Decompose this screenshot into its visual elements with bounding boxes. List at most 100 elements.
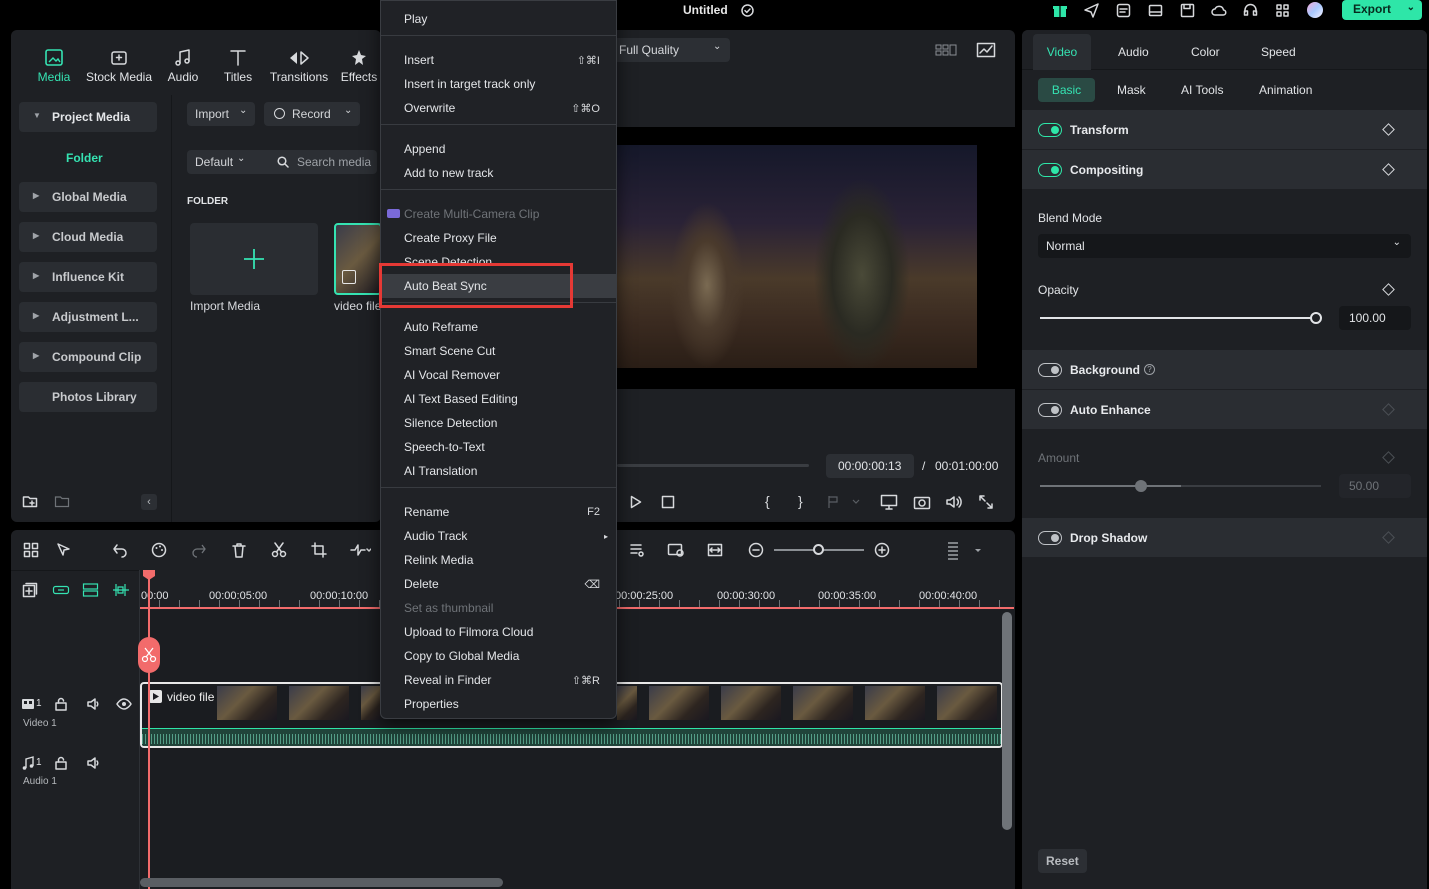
- reset-button[interactable]: Reset: [1038, 849, 1087, 873]
- amount-value-input[interactable]: 50.00: [1339, 474, 1411, 498]
- menu-item-smart-scene-cut[interactable]: Smart Scene Cut: [381, 339, 616, 363]
- menu-item-silence-detection[interactable]: Silence Detection: [381, 411, 616, 435]
- tab-color[interactable]: Color: [1191, 45, 1220, 59]
- save-icon[interactable]: [1180, 3, 1195, 18]
- display-icon[interactable]: [880, 494, 898, 510]
- amount-slider-thumb[interactable]: [1134, 480, 1147, 492]
- menu-item-overwrite[interactable]: Overwrite ⇧⌘O: [381, 96, 616, 120]
- cloud-icon[interactable]: [1211, 3, 1227, 18]
- zoom-in-icon[interactable]: [874, 542, 890, 558]
- snapshot-icon[interactable]: [913, 494, 931, 510]
- zoom-slider-thumb[interactable]: [813, 544, 824, 555]
- drop-shadow-toggle[interactable]: [1038, 531, 1062, 545]
- record-dropdown[interactable]: Record ⌄: [264, 102, 360, 126]
- headset-icon[interactable]: [1243, 3, 1258, 18]
- zoom-out-icon[interactable]: [748, 542, 764, 558]
- marker-icon[interactable]: [827, 495, 861, 509]
- opacity-value-input[interactable]: 100.00: [1339, 306, 1411, 330]
- subtab-ai-tools[interactable]: AI Tools: [1181, 83, 1223, 97]
- tab-video[interactable]: Video: [1033, 34, 1091, 70]
- menu-item-speech-to-text[interactable]: Speech-to-Text: [381, 435, 616, 459]
- screen-record-icon[interactable]: [667, 542, 685, 558]
- undo-icon[interactable]: [112, 542, 128, 558]
- apps-grid-icon[interactable]: [1275, 3, 1290, 18]
- sidebar-item-compound-clip[interactable]: ▶ Compound Clip: [19, 342, 157, 372]
- timeline-vertical-scrollbar[interactable]: [1002, 612, 1012, 830]
- more-options-icon[interactable]: [945, 540, 983, 560]
- sidebar-item-cloud-media[interactable]: ▶ Cloud Media: [19, 222, 157, 252]
- menu-item-insert-in-target-track-only[interactable]: Insert in target track only: [381, 72, 616, 96]
- menu-item-ai-vocal-remover[interactable]: AI Vocal Remover: [381, 363, 616, 387]
- timeline-horizontal-scrollbar[interactable]: [140, 878, 503, 887]
- snap-icon[interactable]: [112, 582, 130, 598]
- audio-lock-icon[interactable]: [54, 756, 68, 770]
- preview-progress-bar[interactable]: [617, 464, 809, 467]
- menu-item-upload-to-filmora-cloud[interactable]: Upload to Filmora Cloud: [381, 620, 616, 644]
- subtab-basic[interactable]: Basic: [1038, 78, 1095, 102]
- add-track-icon[interactable]: [22, 582, 38, 598]
- background-toggle[interactable]: [1038, 363, 1062, 377]
- menu-item-delete[interactable]: Delete ⌫: [381, 572, 616, 596]
- select-tool-icon[interactable]: [56, 542, 72, 558]
- scope-icon[interactable]: [976, 42, 996, 58]
- subtab-animation[interactable]: Animation: [1259, 83, 1312, 97]
- sidebar-item-adjustment-layer[interactable]: ▶ Adjustment L...: [19, 302, 157, 332]
- video-file-tile[interactable]: [334, 223, 382, 295]
- audio-mute-icon[interactable]: [86, 756, 102, 770]
- gift-icon[interactable]: [1052, 2, 1068, 18]
- play-icon[interactable]: [630, 495, 642, 509]
- playhead-scissors-icon[interactable]: [138, 637, 160, 673]
- menu-item-rename[interactable]: Rename F2: [381, 500, 616, 524]
- send-icon[interactable]: [1084, 3, 1099, 18]
- video-mute-icon[interactable]: [86, 697, 102, 711]
- menu-item-play[interactable]: Play: [381, 7, 616, 31]
- link-icon[interactable]: [52, 582, 70, 598]
- compositing-toggle[interactable]: [1038, 163, 1062, 177]
- menu-item-insert[interactable]: Insert ⇧⌘I: [381, 48, 616, 72]
- menu-item-copy-to-global-media[interactable]: Copy to Global Media: [381, 644, 616, 668]
- stop-icon[interactable]: [661, 495, 675, 509]
- menu-item-append[interactable]: Append: [381, 137, 616, 161]
- video-visibility-icon[interactable]: [116, 698, 132, 710]
- collapse-sidebar-button[interactable]: ‹: [141, 494, 157, 510]
- menu-item-auto-reframe[interactable]: Auto Reframe: [381, 315, 616, 339]
- auto-enhance-toggle[interactable]: [1038, 403, 1062, 417]
- opacity-slider[interactable]: [1040, 317, 1316, 319]
- blend-mode-dropdown[interactable]: Normal ⌄: [1038, 234, 1411, 258]
- fit-icon[interactable]: [707, 542, 723, 558]
- volume-icon[interactable]: [945, 494, 963, 510]
- menu-item-relink-media[interactable]: Relink Media: [381, 548, 616, 572]
- mark-in-icon[interactable]: {: [765, 493, 770, 509]
- audio-tool-icon[interactable]: [349, 542, 371, 558]
- avatar[interactable]: [1307, 2, 1323, 18]
- menu-item-create-proxy-file[interactable]: Create Proxy File: [381, 226, 616, 250]
- menu-item-audio-track[interactable]: Audio Track ▸: [381, 524, 616, 548]
- quality-dropdown[interactable]: Full Quality ⌄: [617, 38, 730, 62]
- tab-titles[interactable]: Titles: [203, 48, 273, 84]
- redo-icon[interactable]: [191, 542, 207, 558]
- export-button[interactable]: Export ⌄: [1342, 0, 1422, 20]
- tab-media[interactable]: Media: [19, 48, 89, 84]
- speech-icon[interactable]: [629, 542, 645, 558]
- sidebar-item-influence-kit[interactable]: ▶ Influence Kit: [19, 262, 157, 292]
- new-folder-icon[interactable]: [22, 494, 38, 508]
- playhead-line[interactable]: [148, 576, 150, 889]
- sort-dropdown[interactable]: Default ⌄ Search media: [187, 150, 377, 174]
- search-input[interactable]: Search media: [297, 155, 371, 169]
- mark-out-icon[interactable]: }: [798, 493, 803, 509]
- subtab-mask[interactable]: Mask: [1117, 83, 1146, 97]
- tab-audio[interactable]: Audio: [1118, 45, 1149, 59]
- help-icon[interactable]: ?: [1144, 364, 1155, 375]
- menu-item-reveal-in-finder[interactable]: Reveal in Finder ⇧⌘R: [381, 668, 616, 692]
- menu-item-add-to-new-track[interactable]: Add to new track: [381, 161, 616, 185]
- sidebar-item-global-media[interactable]: ▶ Global Media: [19, 182, 157, 212]
- cut-icon[interactable]: [271, 542, 287, 558]
- crop-icon[interactable]: [311, 542, 327, 558]
- sidebar-item-folder[interactable]: Folder: [19, 142, 157, 172]
- sidebar-item-project-media[interactable]: ▼ Project Media: [19, 102, 157, 132]
- feedback-icon[interactable]: [1116, 3, 1131, 18]
- import-media-tile[interactable]: [190, 223, 318, 295]
- tab-speed[interactable]: Speed: [1261, 45, 1296, 59]
- video-lock-icon[interactable]: [54, 697, 68, 711]
- fullscreen-icon[interactable]: [978, 494, 994, 510]
